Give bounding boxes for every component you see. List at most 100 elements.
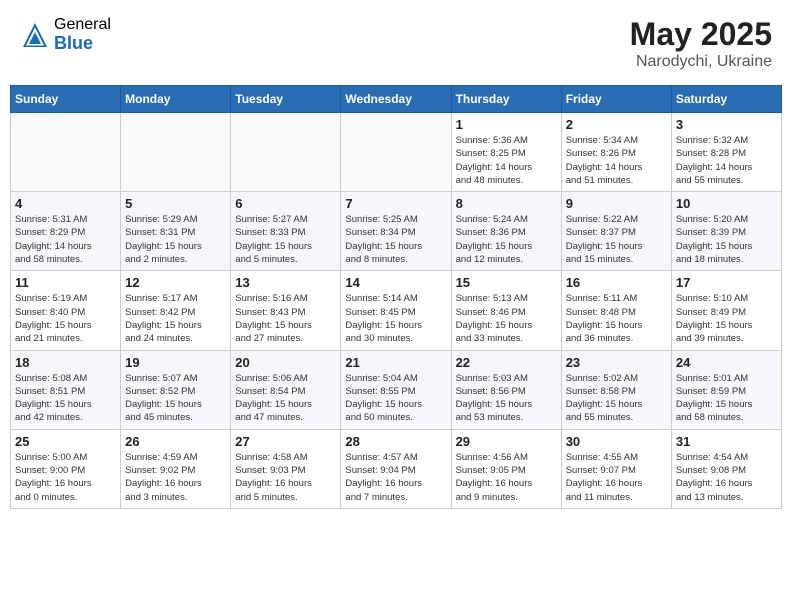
day-detail: Sunrise: 5:07 AM Sunset: 8:52 PM Dayligh… <box>125 372 226 425</box>
day-detail: Sunrise: 4:57 AM Sunset: 9:04 PM Dayligh… <box>345 451 446 504</box>
day-detail: Sunrise: 5:10 AM Sunset: 8:49 PM Dayligh… <box>676 292 777 345</box>
calendar-day: 5 Sunrise: 5:29 AM Sunset: 8:31 PM Daylig… <box>121 192 231 271</box>
day-number: 16 <box>566 275 667 290</box>
month-title: May 2025 <box>630 16 772 53</box>
weekday-header-monday: Monday <box>121 86 231 113</box>
day-number: 5 <box>125 196 226 211</box>
weekday-header-sunday: Sunday <box>11 86 121 113</box>
calendar-day <box>231 113 341 192</box>
day-number: 9 <box>566 196 667 211</box>
day-number: 13 <box>235 275 336 290</box>
calendar-week-3: 11 Sunrise: 5:19 AM Sunset: 8:40 PM Dayli… <box>11 271 782 350</box>
calendar-day: 23Sunrise: 5:02 AM Sunset: 8:58 PM Dayli… <box>561 350 671 429</box>
weekday-header-friday: Friday <box>561 86 671 113</box>
calendar-day: 10 Sunrise: 5:20 AM Sunset: 8:39 PM Dayli… <box>671 192 781 271</box>
calendar-week-4: 18 Sunrise: 5:08 AM Sunset: 8:51 PM Dayli… <box>11 350 782 429</box>
calendar-day: 8Sunrise: 5:24 AM Sunset: 8:36 PM Daylig… <box>451 192 561 271</box>
calendar-day: 1Sunrise: 5:36 AM Sunset: 8:25 PM Daylig… <box>451 113 561 192</box>
day-number: 17 <box>676 275 777 290</box>
day-detail: Sunrise: 5:17 AM Sunset: 8:42 PM Dayligh… <box>125 292 226 345</box>
day-number: 27 <box>235 434 336 449</box>
day-detail: Sunrise: 5:31 AM Sunset: 8:29 PM Dayligh… <box>15 213 116 266</box>
logo-general: General <box>54 16 111 34</box>
day-number: 10 <box>676 196 777 211</box>
calendar-day: 22 Sunrise: 5:03 AM Sunset: 8:56 PM Dayli… <box>451 350 561 429</box>
day-number: 30 <box>566 434 667 449</box>
day-detail: Sunrise: 5:22 AM Sunset: 8:37 PM Dayligh… <box>566 213 667 266</box>
day-detail: Sunrise: 5:24 AM Sunset: 8:36 PM Dayligh… <box>456 213 557 266</box>
day-number: 19 <box>125 355 226 370</box>
day-number: 29 <box>456 434 557 449</box>
day-detail: Sunrise: 4:54 AM Sunset: 9:08 PM Dayligh… <box>676 451 777 504</box>
calendar-week-1: 1Sunrise: 5:36 AM Sunset: 8:25 PM Daylig… <box>11 113 782 192</box>
calendar-day: 31 Sunrise: 4:54 AM Sunset: 9:08 PM Dayli… <box>671 429 781 508</box>
day-number: 4 <box>15 196 116 211</box>
calendar-day: 4 Sunrise: 5:31 AM Sunset: 8:29 PM Daylig… <box>11 192 121 271</box>
calendar-day: 18 Sunrise: 5:08 AM Sunset: 8:51 PM Dayli… <box>11 350 121 429</box>
day-detail: Sunrise: 5:27 AM Sunset: 8:33 PM Dayligh… <box>235 213 336 266</box>
calendar-day <box>11 113 121 192</box>
day-detail: Sunrise: 5:36 AM Sunset: 8:25 PM Dayligh… <box>456 134 557 187</box>
calendar-day: 26 Sunrise: 4:59 AM Sunset: 9:02 PM Dayli… <box>121 429 231 508</box>
logo-blue: Blue <box>54 34 111 54</box>
calendar-day <box>121 113 231 192</box>
day-detail: Sunrise: 5:32 AM Sunset: 8:28 PM Dayligh… <box>676 134 777 187</box>
day-detail: Sunrise: 5:13 AM Sunset: 8:46 PM Dayligh… <box>456 292 557 345</box>
month-info: May 2025 Narodychi, Ukraine <box>630 16 772 71</box>
day-detail: Sunrise: 5:14 AM Sunset: 8:45 PM Dayligh… <box>345 292 446 345</box>
calendar-day: 2 Sunrise: 5:34 AM Sunset: 8:26 PM Daylig… <box>561 113 671 192</box>
weekday-header-wednesday: Wednesday <box>341 86 451 113</box>
day-detail: Sunrise: 5:16 AM Sunset: 8:43 PM Dayligh… <box>235 292 336 345</box>
day-number: 18 <box>15 355 116 370</box>
day-number: 26 <box>125 434 226 449</box>
calendar-day: 19 Sunrise: 5:07 AM Sunset: 8:52 PM Dayli… <box>121 350 231 429</box>
day-detail: Sunrise: 5:20 AM Sunset: 8:39 PM Dayligh… <box>676 213 777 266</box>
day-number: 3 <box>676 117 777 132</box>
day-detail: Sunrise: 5:08 AM Sunset: 8:51 PM Dayligh… <box>15 372 116 425</box>
day-detail: Sunrise: 5:29 AM Sunset: 8:31 PM Dayligh… <box>125 213 226 266</box>
day-number: 2 <box>566 117 667 132</box>
calendar-day: 11 Sunrise: 5:19 AM Sunset: 8:40 PM Dayli… <box>11 271 121 350</box>
calendar-day: 29Sunrise: 4:56 AM Sunset: 9:05 PM Dayli… <box>451 429 561 508</box>
calendar-day: 21Sunrise: 5:04 AM Sunset: 8:55 PM Dayli… <box>341 350 451 429</box>
calendar-day: 30 Sunrise: 4:55 AM Sunset: 9:07 PM Dayli… <box>561 429 671 508</box>
calendar-day: 6 Sunrise: 5:27 AM Sunset: 8:33 PM Daylig… <box>231 192 341 271</box>
day-detail: Sunrise: 4:55 AM Sunset: 9:07 PM Dayligh… <box>566 451 667 504</box>
weekday-header-thursday: Thursday <box>451 86 561 113</box>
weekday-header-saturday: Saturday <box>671 86 781 113</box>
calendar-day: 3 Sunrise: 5:32 AM Sunset: 8:28 PM Daylig… <box>671 113 781 192</box>
calendar-day: 17 Sunrise: 5:10 AM Sunset: 8:49 PM Dayli… <box>671 271 781 350</box>
day-detail: Sunrise: 4:59 AM Sunset: 9:02 PM Dayligh… <box>125 451 226 504</box>
day-number: 7 <box>345 196 446 211</box>
calendar-day: 14 Sunrise: 5:14 AM Sunset: 8:45 PM Dayli… <box>341 271 451 350</box>
page-header: General Blue May 2025 Narodychi, Ukraine <box>10 10 782 77</box>
day-detail: Sunrise: 5:04 AM Sunset: 8:55 PM Dayligh… <box>345 372 446 425</box>
logo-text: General Blue <box>54 16 111 53</box>
day-detail: Sunrise: 5:03 AM Sunset: 8:56 PM Dayligh… <box>456 372 557 425</box>
day-detail: Sunrise: 5:19 AM Sunset: 8:40 PM Dayligh… <box>15 292 116 345</box>
day-number: 6 <box>235 196 336 211</box>
calendar-day: 13 Sunrise: 5:16 AM Sunset: 8:43 PM Dayli… <box>231 271 341 350</box>
day-number: 25 <box>15 434 116 449</box>
day-detail: Sunrise: 5:02 AM Sunset: 8:58 PM Dayligh… <box>566 372 667 425</box>
day-number: 11 <box>15 275 116 290</box>
calendar-day: 12Sunrise: 5:17 AM Sunset: 8:42 PM Dayli… <box>121 271 231 350</box>
day-number: 24 <box>676 355 777 370</box>
day-detail: Sunrise: 5:06 AM Sunset: 8:54 PM Dayligh… <box>235 372 336 425</box>
logo: General Blue <box>20 16 111 53</box>
day-detail: Sunrise: 5:25 AM Sunset: 8:34 PM Dayligh… <box>345 213 446 266</box>
day-detail: Sunrise: 5:01 AM Sunset: 8:59 PM Dayligh… <box>676 372 777 425</box>
day-number: 31 <box>676 434 777 449</box>
calendar-day: 7 Sunrise: 5:25 AM Sunset: 8:34 PM Daylig… <box>341 192 451 271</box>
calendar-week-2: 4 Sunrise: 5:31 AM Sunset: 8:29 PM Daylig… <box>11 192 782 271</box>
day-number: 14 <box>345 275 446 290</box>
calendar-day: 20 Sunrise: 5:06 AM Sunset: 8:54 PM Dayli… <box>231 350 341 429</box>
weekday-header-row: SundayMondayTuesdayWednesdayThursdayFrid… <box>11 86 782 113</box>
day-detail: Sunrise: 5:11 AM Sunset: 8:48 PM Dayligh… <box>566 292 667 345</box>
calendar-table: SundayMondayTuesdayWednesdayThursdayFrid… <box>10 85 782 509</box>
day-number: 22 <box>456 355 557 370</box>
day-detail: Sunrise: 5:34 AM Sunset: 8:26 PM Dayligh… <box>566 134 667 187</box>
logo-icon <box>20 20 50 50</box>
weekday-header-tuesday: Tuesday <box>231 86 341 113</box>
day-number: 20 <box>235 355 336 370</box>
